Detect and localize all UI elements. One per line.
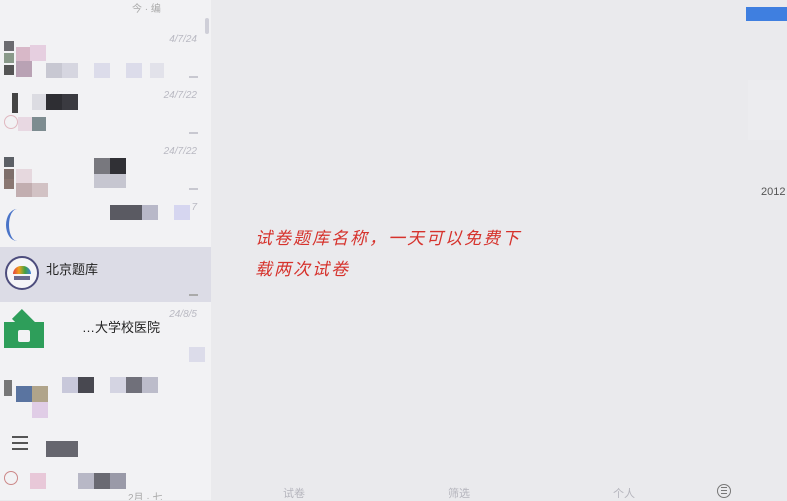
chat-item[interactable]: 24/7/22 — [0, 84, 211, 140]
avatar — [4, 256, 46, 296]
avatar — [4, 368, 48, 418]
chat-time: 4/7/24 — [169, 34, 197, 45]
chat-time: 24/7/22 — [163, 90, 197, 101]
accent-bar — [746, 7, 787, 21]
annotation-line: 载两次试卷 — [255, 260, 350, 280]
chat-item[interactable]: …大学校医院 24/8/5 — [0, 303, 211, 362]
chat-item[interactable]: 4/7/24 — [0, 28, 211, 84]
chat-name: 北京题库 — [46, 262, 99, 277]
list-icon — [4, 424, 46, 464]
chat-list-sidebar: 今 · 编 4/7/24 24/7/22 24/7/22 7 北京题库 …大学校… — [0, 0, 211, 500]
chat-item[interactable] — [0, 415, 211, 471]
hospital-logo-icon — [4, 308, 46, 352]
mute-icon — [189, 287, 198, 296]
annotation-line: 试卷题库名称，一天可以免费下 — [255, 229, 521, 249]
settings-icon[interactable] — [717, 484, 731, 498]
chat-time: 7 — [191, 202, 197, 213]
chat-name: …大学校医院 — [82, 320, 161, 335]
avatar — [4, 37, 46, 77]
chat-item[interactable]: 24/7/22 — [0, 140, 211, 197]
chat-time: 24/7/22 — [163, 146, 197, 157]
main-panel: 2012 试卷题库名称，一天可以免费下 载两次试卷 — [211, 0, 787, 500]
chat-time: 24/8/5 — [169, 309, 197, 320]
phone-icon — [4, 205, 46, 245]
year-label: 2012 — [761, 186, 786, 198]
chat-item-beijing-tiku[interactable]: 北京题库 — [0, 247, 211, 302]
right-strip — [748, 80, 787, 140]
tab-filter[interactable]: 筛选 — [448, 485, 470, 501]
mute-icon — [189, 181, 198, 190]
chat-item[interactable] — [0, 359, 211, 418]
header-fragment: 今 · 编 — [132, 4, 161, 15]
avatar — [4, 149, 48, 197]
bottom-tab-bar: 试卷 筛选 个人 — [0, 478, 787, 500]
mute-icon — [189, 69, 198, 78]
tab-profile[interactable]: 个人 — [613, 485, 635, 501]
chat-item[interactable]: 7 — [0, 196, 211, 252]
mute-icon — [189, 125, 198, 134]
tab-exam[interactable]: 试卷 — [283, 485, 305, 501]
handwritten-annotation: 试卷题库名称，一天可以免费下 载两次试卷 — [255, 224, 545, 286]
